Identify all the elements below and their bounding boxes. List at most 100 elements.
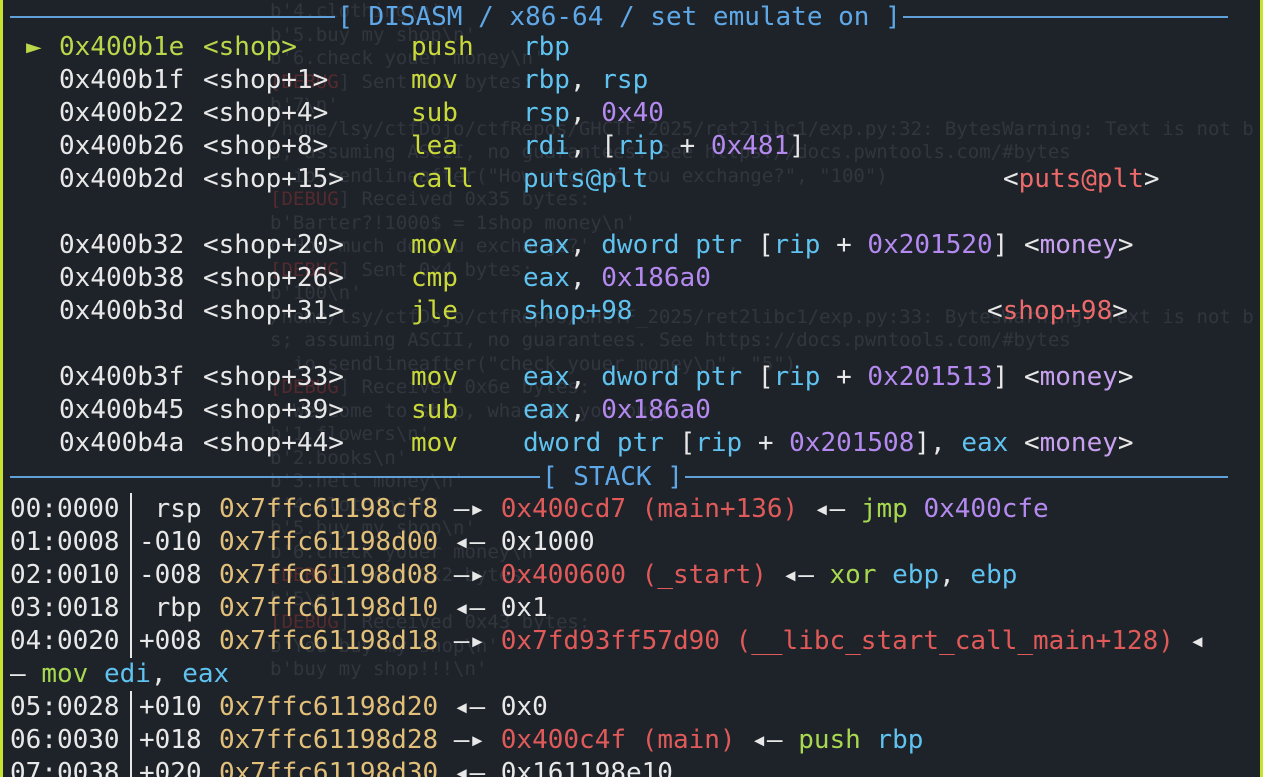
stack-offset: -010 (139, 527, 202, 557)
header-rule-right (684, 475, 1228, 478)
pointer-chain-token: —▸ (438, 626, 501, 656)
operands: eax, 0x186a0 (523, 394, 711, 427)
operand-token: rip (773, 230, 821, 260)
pointer-chain-token: jmp (860, 494, 924, 524)
annotation-token: < (987, 296, 1003, 326)
operand-token: [ (742, 362, 774, 392)
instruction-address: 0x400b3f (59, 362, 185, 392)
mnemonic: call (411, 164, 474, 194)
stack-address: 0x7ffc61198d10 (219, 593, 439, 623)
operand-token: rip (616, 131, 664, 161)
pointer-chain-token: 0x400c4f (main) (500, 725, 736, 755)
stack-index: 06:0030 (10, 724, 132, 757)
disasm-row: 0x400b26 <shop+8> lea rdi, [rip + 0x481] (10, 130, 1250, 163)
operand-token: , (569, 98, 602, 128)
stack-row: 03:0018 rbp 0x7ffc61198d10 ◂— 0x1 (10, 592, 1250, 625)
operands: shop+98 (523, 295, 633, 328)
stack-entry: 0x7ffc61198d30 ◂— 0x161198e10 (219, 757, 673, 777)
operand-token: eax (523, 230, 570, 260)
pointer-chain-token: edi (103, 659, 151, 689)
annotation-token: money (1039, 230, 1118, 260)
stack-offset: +018 (139, 725, 202, 755)
stack-row-wrap: — mov edi, eax (10, 658, 229, 691)
header-rule-right (902, 15, 1228, 18)
annotation-token: < (1008, 230, 1040, 260)
pointer-chain-token: ◂— (798, 494, 861, 524)
stack-entry: 0x7ffc61198d08 —▸ 0x400600 (_start) ◂— x… (219, 559, 1017, 592)
operand-token: [ (663, 428, 696, 458)
instruction-symbol: <shop+1> (203, 65, 329, 95)
mnemonic: mov (411, 65, 458, 95)
operand-token: eax (961, 428, 1009, 458)
operands: eax, dword ptr [rip + 0x201513] <money> (523, 361, 1134, 394)
annotation-token: money (1039, 362, 1118, 392)
mnemonic: sub (411, 98, 458, 128)
pointer-chain-token: ◂— 0x1000 (438, 527, 595, 557)
disasm-row: 0x400b45 <shop+39> sub eax, 0x186a0 (10, 394, 1250, 427)
stack-address: 0x7ffc61198d08 (219, 560, 439, 590)
operand-token: + (820, 362, 868, 392)
stack-entry: 0x7ffc61198cf8 —▸ 0x400cd7 (main+136) ◂—… (219, 493, 1049, 526)
operands: rsp, 0x40 (523, 97, 664, 130)
annotation-token: shop+98 (1002, 296, 1113, 326)
operands: rbp (523, 31, 570, 64)
operands: puts@plt (523, 163, 648, 196)
annotation-token: puts@plt (1018, 164, 1144, 194)
disasm-row: ► 0x400b1e <shop> push rbp (10, 31, 1250, 64)
pointer-chain-token: —▸ (438, 494, 501, 524)
disasm-row: 0x400b38 <shop+26> cmp eax, 0x186a0 (10, 262, 1250, 295)
pointer-chain-token: ◂— 0x0 (438, 692, 548, 722)
disasm-row: 0x400b3f <shop+33> mov eax, dword ptr [rip … (10, 361, 1250, 394)
stack-row: 06:0030 +018 0x7ffc61198d28 —▸ 0x400c4f (m… (10, 724, 1250, 757)
stack-address: 0x7ffc61198d00 (219, 527, 439, 557)
pointer-chain-token: 0x400cd7 (main+136) (500, 494, 799, 524)
operand-token: ], (914, 428, 962, 458)
log-text: b'buy my shop!!!\n' (270, 658, 488, 680)
log-text: s; assuming ASCII, no guarantees. See ht… (270, 329, 1071, 351)
mnemonic: mov (411, 362, 458, 392)
instruction-symbol: <shop+39> (203, 395, 344, 425)
stack-entry: 0x7ffc61198d00 ◂— 0x1000 (219, 526, 595, 559)
pointer-chain-token: —▸ (438, 560, 501, 590)
annotation-token: < (1008, 428, 1040, 458)
operand-token: , (569, 65, 602, 95)
pane-border-left (0, 0, 3, 777)
pointer-chain-token: push (798, 725, 877, 755)
instruction-address: 0x400b1e (59, 32, 185, 62)
operand-token: dword ptr (601, 362, 743, 392)
disasm-row: 0x400b3d <shop+31> jle shop+98 <shop+98> (10, 295, 1250, 328)
operand-token: + (820, 230, 868, 260)
operands: eax, dword ptr [rip + 0x201520] <money> (523, 229, 1134, 262)
stack-row: 01:0008 -010 0x7ffc61198d00 ◂— 0x1000 (10, 526, 1250, 559)
pointer-chain-token: — (10, 659, 42, 689)
stack-offset: +020 (139, 758, 202, 777)
operand-token: , [ (569, 131, 617, 161)
stack-row: 05:0028 +010 0x7ffc61198d20 ◂— 0x0 (10, 691, 1250, 724)
operands: eax, 0x186a0 (523, 262, 711, 295)
pointer-chain-token: mov (41, 659, 104, 689)
stack-entry: 0x7ffc61198d10 ◂— 0x1 (219, 592, 548, 625)
instruction-address: 0x400b4a (59, 428, 185, 458)
instruction-address: 0x400b32 (59, 230, 185, 260)
stack-row: 07:0038 +020 0x7ffc61198d30 ◂— 0x161198e10 (10, 757, 1250, 777)
operand-token: , (569, 395, 602, 425)
operand-token: rip (773, 362, 821, 392)
stack-row: 02:0010 -008 0x7ffc61198d08 —▸ 0x400600 (_… (10, 559, 1250, 592)
stack-row: 04:0020 +008 0x7ffc61198d18 —▸ 0x7fd93ff57… (10, 625, 1250, 658)
operands: rdi, [rip + 0x481] (523, 130, 805, 163)
instruction-symbol: <shop+31> (203, 296, 344, 326)
operand-token: [ (742, 230, 774, 260)
disasm-row: 0x400b4a <shop+44> mov dword ptr [rip + 0x2… (10, 427, 1250, 460)
operand-token: eax (523, 263, 570, 293)
operand-token: rdi (523, 131, 570, 161)
operand-token: 0x186a0 (601, 395, 711, 425)
pointer-chain-token: , (939, 560, 971, 590)
operand-token: rsp (601, 65, 649, 95)
stack-offset: rsp (139, 494, 202, 524)
operand-token: ] (992, 230, 1009, 260)
stack-entry: 0x7ffc61198d18 —▸ 0x7fd93ff57d90 (__libc… (219, 625, 1205, 658)
operand-token: , (569, 263, 602, 293)
disasm-row: 0x400b2d <shop+15> call puts@plt <puts@plt> (10, 163, 1250, 196)
pointer-chain-token: ebp (892, 560, 940, 590)
header-rule-left (10, 15, 336, 18)
